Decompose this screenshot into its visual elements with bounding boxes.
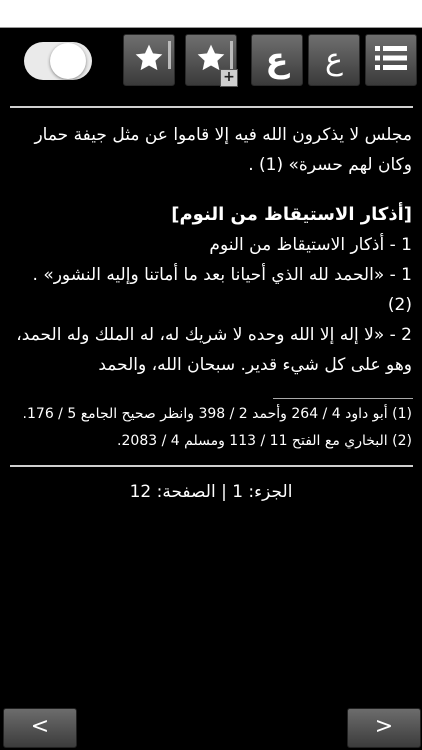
- footnote: (1) أبو داود 4 / 264 وأحمد 2 / 398 وانظر…: [22, 406, 412, 422]
- toggle-knob: [50, 43, 86, 79]
- page-info: الجزء: 1 | الصفحة: 12: [129, 482, 293, 502]
- paragraph: 2 - «لا إله إلا الله وحده لا شريك له، له…: [16, 325, 412, 375]
- night-mode-toggle[interactable]: [24, 42, 92, 80]
- bookmark-indicator: [168, 41, 171, 69]
- paragraph: 1 - «الحمد لله الذي أحيانا بعد ما أماتنا…: [32, 265, 412, 315]
- divider: [10, 106, 413, 108]
- bookmark-indicator: [230, 41, 233, 69]
- plus-icon: +: [220, 69, 238, 87]
- footnote-divider: [273, 398, 413, 399]
- increase-font-button[interactable]: ع: [251, 34, 303, 86]
- decrease-font-button[interactable]: ع: [308, 34, 360, 86]
- footnotes: (1) أبو داود 4 / 264 وأحمد 2 / 398 وانظر…: [9, 401, 412, 455]
- menu-icon: [373, 43, 409, 77]
- bookmark-button[interactable]: [123, 34, 175, 86]
- paragraph: مجلس لا يذكرون الله فيه إلا قاموا عن مثل…: [34, 125, 412, 175]
- divider: [10, 465, 413, 467]
- star-icon: [133, 42, 165, 78]
- footnote: (2) البخاري مع الفتح 11 / 113 ومسلم 4 / …: [117, 433, 412, 449]
- toolbar: + ع ع: [0, 28, 422, 98]
- book-content: مجلس لا يذكرون الله فيه إلا قاموا عن مثل…: [9, 120, 412, 380]
- ain-bold-icon: ع: [265, 40, 289, 80]
- paragraph: 1 - أذكار الاستيقاظ من النوم: [209, 235, 412, 255]
- status-bar: [0, 0, 422, 28]
- ain-light-icon: ع: [325, 42, 343, 77]
- add-bookmark-button[interactable]: +: [185, 34, 238, 87]
- menu-button[interactable]: [365, 34, 417, 86]
- prev-page-button[interactable]: <: [3, 708, 77, 748]
- section-heading: [أذكار الاستيقاظ من النوم]: [171, 204, 412, 225]
- next-page-button[interactable]: >: [347, 708, 421, 748]
